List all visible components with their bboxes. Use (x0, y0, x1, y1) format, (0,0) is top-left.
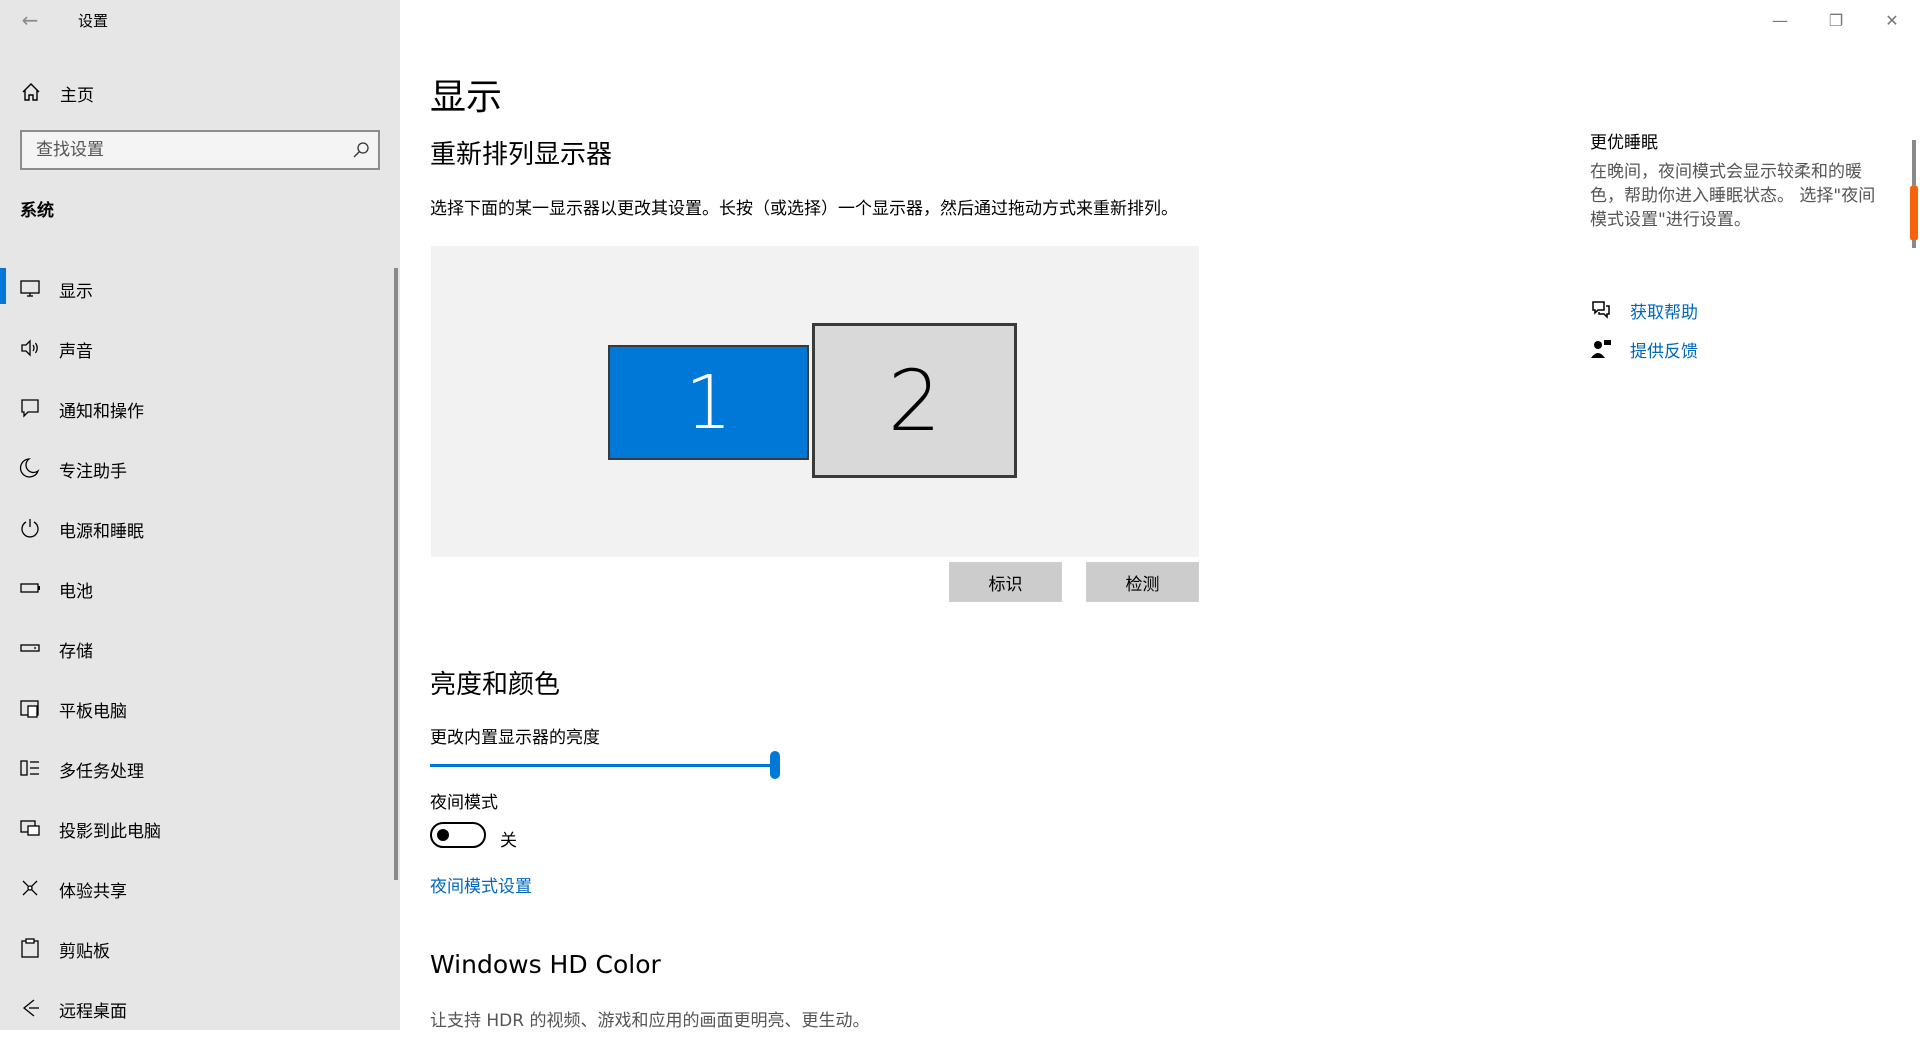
sidebar-item-label: 显示 (59, 282, 93, 302)
monitor-2-label: 2 (887, 351, 942, 450)
battery-icon (20, 583, 40, 593)
identify-button[interactable]: 标识 (949, 562, 1062, 602)
rearrange-heading: 重新排列显示器 (430, 140, 613, 170)
sidebar-item-tablet[interactable]: 平板电脑 (0, 678, 395, 738)
give-feedback-link[interactable]: 提供反馈 (1590, 336, 1698, 362)
sidebar-scrollbar[interactable] (394, 268, 398, 880)
sidebar-item-remote-desktop[interactable]: 远程桌面 (0, 978, 395, 1038)
restore-icon: ❐ (1828, 10, 1844, 30)
sidebar-item-label: 多任务处理 (59, 762, 144, 782)
brightness-slider-track[interactable] (430, 764, 776, 767)
moon-icon (19, 458, 40, 478)
sidebar-item-projecting[interactable]: 投影到此电脑 (0, 798, 395, 858)
search-input[interactable] (22, 132, 342, 168)
night-light-settings-link[interactable]: 夜间模式设置 (430, 872, 532, 897)
sidebar-item-power-sleep[interactable]: 电源和睡眠 (0, 498, 395, 558)
sidebar-item-clipboard[interactable]: 剪贴板 (0, 918, 395, 978)
sidebar-item-label: 通知和操作 (59, 402, 144, 422)
titlebar-left: ← 设置 (0, 0, 400, 40)
sidebar-item-sound[interactable]: 声音 (0, 318, 395, 378)
sidebar-item-label: 存储 (59, 642, 93, 662)
sidebar: ← 设置 主页 系统 显示 声音 (0, 0, 400, 1030)
minimize-icon: — (1772, 10, 1788, 30)
back-button[interactable]: ← (10, 2, 50, 38)
tablet-icon (20, 700, 39, 718)
sidebar-item-label: 电池 (59, 582, 93, 602)
better-sleep-title: 更优睡眠 (1590, 133, 1658, 153)
shared-experiences-icon (22, 880, 38, 896)
projecting-icon (20, 820, 40, 836)
home-nav-item[interactable]: 主页 (0, 72, 400, 112)
speaker-icon (21, 339, 38, 357)
chat-help-icon (1592, 301, 1610, 319)
remote-desktop-icon (22, 999, 39, 1017)
sidebar-item-display[interactable]: 显示 (0, 258, 395, 318)
main-content: — ❐ ✕ 显示 重新排列显示器 选择下面的某一显示器以更改其设置。长按（或选择… (400, 0, 1920, 1031)
monitor-1[interactable]: 1 (608, 345, 809, 460)
search-box[interactable] (20, 130, 380, 170)
feedback-person-icon (1591, 340, 1611, 358)
home-icon (22, 83, 40, 101)
sidebar-nav: 显示 声音 通知和操作 专注助手 电源和睡眠 电池 存储 平板电脑 多任务处理 … (0, 258, 400, 1038)
window-controls: — ❐ ✕ (1752, 0, 1920, 40)
sidebar-item-label: 平板电脑 (59, 702, 127, 722)
sidebar-item-label: 剪贴板 (59, 942, 110, 962)
app-title: 设置 (78, 12, 109, 30)
toggle-knob (437, 829, 449, 841)
home-label: 主页 (60, 86, 94, 106)
sidebar-item-label: 远程桌面 (59, 1002, 127, 1022)
sidebar-item-label: 电源和睡眠 (59, 522, 144, 542)
search-icon[interactable] (352, 141, 370, 159)
night-light-toggle[interactable] (430, 822, 486, 848)
storage-icon (20, 644, 40, 652)
sidebar-item-battery[interactable]: 电池 (0, 558, 395, 618)
sidebar-item-label: 投影到此电脑 (59, 822, 161, 842)
page-title: 显示 (430, 77, 503, 118)
main-scrollbar-thumb[interactable] (1910, 186, 1918, 240)
monitor-1-label: 1 (684, 359, 733, 446)
sidebar-item-label: 专注助手 (59, 462, 127, 482)
brightness-slider-thumb[interactable] (770, 751, 780, 779)
brightness-heading: 亮度和颜色 (430, 670, 561, 700)
sidebar-item-focus-assist[interactable]: 专注助手 (0, 438, 395, 498)
sidebar-item-label: 体验共享 (59, 882, 127, 902)
get-help-link[interactable]: 获取帮助 (1590, 297, 1698, 323)
rearrange-description: 选择下面的某一显示器以更改其设置。长按（或选择）一个显示器，然后通过拖动方式来重… (430, 199, 1178, 219)
notification-icon (21, 399, 39, 418)
brightness-slider-label: 更改内置显示器的亮度 (430, 728, 600, 748)
sidebar-item-notifications[interactable]: 通知和操作 (0, 378, 395, 438)
restore-button[interactable]: ❐ (1808, 0, 1864, 40)
minimize-button[interactable]: — (1752, 0, 1808, 40)
hdr-heading: Windows HD Color (430, 950, 661, 979)
close-icon: ✕ (1885, 10, 1899, 30)
sidebar-section-title: 系统 (20, 201, 54, 221)
night-light-label: 夜间模式 (430, 793, 498, 813)
give-feedback-label: 提供反馈 (1630, 341, 1698, 362)
monitor-icon (20, 280, 40, 297)
detect-button[interactable]: 检测 (1086, 562, 1199, 602)
multitasking-icon (20, 760, 39, 776)
sidebar-item-label: 声音 (59, 342, 93, 362)
better-sleep-description: 在晚间，夜间模式会显示较柔和的暖色，帮助你进入睡眠状态。 选择"夜间模式设置"进… (1590, 162, 1876, 230)
display-arrangement-area[interactable]: 1 2 (431, 246, 1199, 557)
get-help-label: 获取帮助 (1630, 302, 1698, 323)
power-icon (21, 519, 39, 538)
sidebar-item-multitasking[interactable]: 多任务处理 (0, 738, 395, 798)
monitor-2[interactable]: 2 (812, 323, 1017, 478)
night-light-state: 关 (500, 831, 517, 851)
clipboard-icon (21, 938, 39, 958)
sidebar-item-shared-experiences[interactable]: 体验共享 (0, 858, 395, 918)
hdr-description: 让支持 HDR 的视频、游戏和应用的画面更明亮、更生动。 (430, 1011, 870, 1031)
close-button[interactable]: ✕ (1864, 0, 1920, 40)
back-arrow-icon: ← (21, 8, 39, 32)
sidebar-item-storage[interactable]: 存储 (0, 618, 395, 678)
